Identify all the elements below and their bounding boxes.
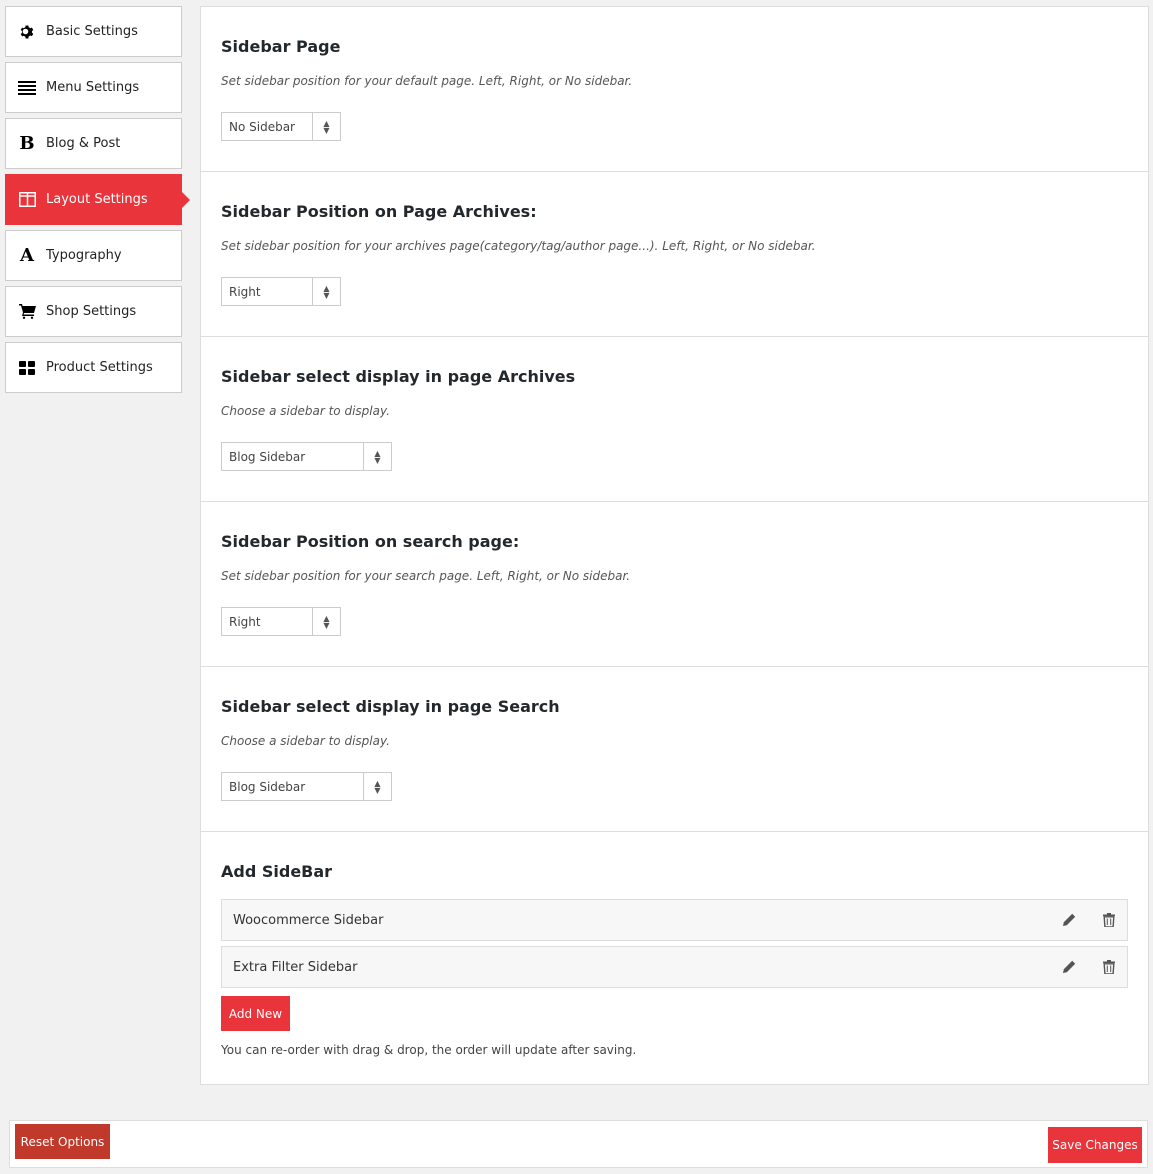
nav-item-label: Layout Settings bbox=[46, 192, 148, 207]
nav-item-label: Shop Settings bbox=[46, 304, 137, 319]
search-sidebar-select[interactable]: Blog Sidebar ▲ ▼ bbox=[221, 772, 392, 801]
settings-nav: Basic Settings Menu Settings B Blog & Po… bbox=[5, 6, 190, 398]
nav-item-blog-post[interactable]: B Blog & Post bbox=[5, 118, 182, 169]
archives-position-select[interactable]: Right ▲ ▼ bbox=[221, 277, 341, 306]
sidebar-name: Extra Filter Sidebar bbox=[233, 959, 358, 975]
setting-title: Sidebar select display in page Archives bbox=[221, 367, 576, 386]
updown-arrows-icon: ▲ ▼ bbox=[363, 443, 391, 470]
search-position-select[interactable]: Right ▲ ▼ bbox=[221, 607, 341, 636]
row-actions bbox=[1037, 900, 1117, 940]
reorder-note: You can re-order with drag & drop, the o… bbox=[221, 1043, 637, 1057]
grid-icon bbox=[16, 358, 38, 378]
cart-icon bbox=[16, 302, 38, 322]
archives-sidebar-select[interactable]: Blog Sidebar ▲ ▼ bbox=[221, 442, 392, 471]
pencil-icon[interactable] bbox=[1061, 912, 1077, 928]
footer-bar: Reset Options Save Changes bbox=[9, 1120, 1148, 1168]
setting-title: Sidebar Position on Page Archives: bbox=[221, 202, 537, 221]
select-value: No Sidebar bbox=[229, 119, 295, 134]
sidebar-list-item[interactable]: Extra Filter Sidebar bbox=[221, 946, 1128, 988]
letter-a-icon: A bbox=[20, 245, 34, 266]
select-value: Blog Sidebar bbox=[229, 449, 306, 464]
nav-item-label: Typography bbox=[46, 248, 122, 263]
setting-title: Sidebar Position on search page: bbox=[221, 532, 520, 551]
select-value: Blog Sidebar bbox=[229, 779, 306, 794]
setting-description: Choose a sidebar to display. bbox=[221, 734, 390, 748]
updown-arrows-icon: ▲ ▼ bbox=[312, 113, 340, 140]
updown-arrows-icon: ▲ ▼ bbox=[312, 278, 340, 305]
save-changes-button[interactable]: Save Changes bbox=[1048, 1127, 1142, 1163]
nav-item-typography[interactable]: A Typography bbox=[5, 230, 182, 281]
select-value: Right bbox=[229, 614, 261, 629]
setting-sidebar-display-archives: Sidebar select display in page Archives … bbox=[201, 337, 1148, 502]
setting-sidebar-page: Sidebar Page Set sidebar position for yo… bbox=[201, 7, 1148, 172]
layout-settings-panel: Sidebar Page Set sidebar position for yo… bbox=[200, 6, 1149, 1085]
sidebar-name: Woocommerce Sidebar bbox=[233, 912, 384, 928]
nav-item-label: Basic Settings bbox=[46, 24, 138, 39]
layout-columns-icon bbox=[16, 190, 38, 210]
sidebar-list-item[interactable]: Woocommerce Sidebar bbox=[221, 899, 1128, 941]
trash-icon[interactable] bbox=[1101, 959, 1117, 975]
nav-item-label: Menu Settings bbox=[46, 80, 140, 95]
nav-item-layout-settings[interactable]: Layout Settings bbox=[5, 174, 190, 225]
setting-description: Set sidebar position for your default pa… bbox=[221, 74, 633, 88]
setting-description: Set sidebar position for your archives p… bbox=[221, 239, 816, 253]
nav-item-product-settings[interactable]: Product Settings bbox=[5, 342, 182, 393]
setting-title: Sidebar select display in page Search bbox=[221, 697, 560, 716]
trash-icon[interactable] bbox=[1101, 912, 1117, 928]
nav-item-shop-settings[interactable]: Shop Settings bbox=[5, 286, 182, 337]
reset-options-button[interactable]: Reset Options bbox=[15, 1124, 110, 1159]
nav-item-menu-settings[interactable]: Menu Settings bbox=[5, 62, 182, 113]
setting-sidebar-page-archives: Sidebar Position on Page Archives: Set s… bbox=[201, 172, 1148, 337]
setting-title: Add SideBar bbox=[221, 862, 333, 881]
sidebar-page-select[interactable]: No Sidebar ▲ ▼ bbox=[221, 112, 341, 141]
menu-lines-icon bbox=[16, 78, 38, 98]
updown-arrows-icon: ▲ ▼ bbox=[363, 773, 391, 800]
nav-item-label: Product Settings bbox=[46, 360, 153, 375]
select-value: Right bbox=[229, 284, 261, 299]
setting-sidebar-search-position: Sidebar Position on search page: Set sid… bbox=[201, 502, 1148, 667]
nav-item-basic-settings[interactable]: Basic Settings bbox=[5, 6, 182, 57]
pencil-icon[interactable] bbox=[1061, 959, 1077, 975]
setting-sidebar-display-search: Sidebar select display in page Search Ch… bbox=[201, 667, 1148, 832]
setting-title: Sidebar Page bbox=[221, 37, 341, 56]
setting-description: Set sidebar position for your search pag… bbox=[221, 569, 631, 583]
row-actions bbox=[1037, 947, 1117, 987]
bold-b-icon: B bbox=[19, 133, 35, 154]
add-new-sidebar-button[interactable]: Add New bbox=[221, 996, 290, 1031]
setting-description: Choose a sidebar to display. bbox=[221, 404, 390, 418]
updown-arrows-icon: ▲ ▼ bbox=[312, 608, 340, 635]
nav-item-label: Blog & Post bbox=[46, 136, 121, 151]
gear-icon bbox=[16, 22, 38, 42]
add-sidebar-section: Add SideBar Woocommerce Sidebar Extra Fi… bbox=[201, 832, 1148, 1057]
